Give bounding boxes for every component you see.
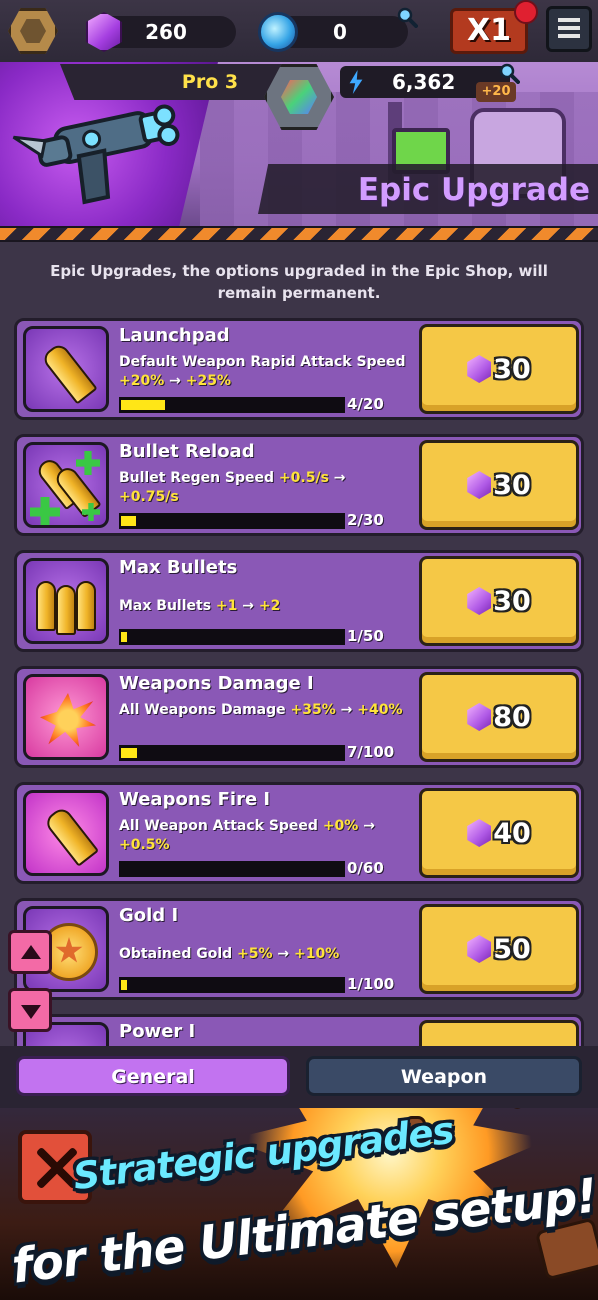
buy-button[interactable]: 30	[419, 324, 579, 414]
upgrade-card: Weapons Damage I All Weapons Damage +35%…	[14, 666, 584, 768]
level-counter: 0/60	[347, 859, 384, 877]
buy-button[interactable]: 80	[419, 672, 579, 762]
arrow-up-icon	[21, 945, 41, 959]
explosion-icon	[23, 674, 109, 760]
gem-icon	[467, 703, 492, 731]
upgrade-card: Bullet Reload Bullet Regen Speed +0.5/s …	[14, 434, 584, 536]
top-resource-bar: 260 0 X1	[0, 0, 598, 62]
progress-bar	[119, 861, 345, 877]
upgrade-detail: Obtained Gold +5% → +10%	[119, 946, 340, 962]
energy-value: 6,362	[392, 70, 456, 94]
upgrade-card: Weapons Fire I All Weapon Attack Speed +…	[14, 782, 584, 884]
promo-banner: Strategic upgrades for the Ultimate setu…	[0, 1108, 598, 1300]
fired-bullet-icon	[23, 790, 109, 876]
upgrade-detail: Max Bullets +1 → +2	[119, 598, 281, 614]
level-counter: 7/100	[347, 743, 395, 761]
buy-button[interactable]: 50	[419, 904, 579, 994]
category-tabs: General Weapon	[0, 1046, 598, 1108]
level-counter: 2/30	[347, 511, 384, 529]
gem-icon	[467, 819, 492, 847]
upgrade-name: Weapons Fire I	[119, 789, 271, 810]
upgrade-name: Launchpad	[119, 325, 230, 346]
description-text: Epic Upgrades, the options upgraded in t…	[50, 262, 548, 302]
upgrade-name: Bullet Reload	[119, 441, 255, 462]
price-label: 30	[493, 585, 531, 617]
upgrade-detail: All Weapons Damage +35% → +40%	[119, 702, 403, 718]
notification-dot	[514, 0, 538, 24]
buy-button[interactable]: 30	[419, 440, 579, 530]
rank-label: Pro 3	[181, 71, 239, 93]
bullet-icon	[23, 326, 109, 412]
gem-icon	[467, 355, 492, 383]
rock-debris-icon	[490, 1108, 532, 1111]
gem-icon	[467, 587, 492, 615]
price-label: 40	[493, 817, 531, 849]
price-label: 50	[493, 933, 531, 965]
page-title: Epic Upgrade	[357, 172, 590, 208]
buy-button[interactable]: 40	[419, 788, 579, 878]
hamburger-menu-icon[interactable]	[546, 6, 592, 52]
upgrade-name: Weapons Damage I	[119, 673, 314, 694]
price-label: 30	[493, 353, 531, 385]
buy-button[interactable]: 30	[419, 556, 579, 646]
upgrade-card: Max Bullets Max Bullets +1 → +2 1/50 30	[14, 550, 584, 652]
upgrade-name: Gold I	[119, 905, 179, 926]
price-label: 30	[493, 469, 531, 501]
gem-icon	[467, 471, 492, 499]
upgrade-name: Max Bullets	[119, 557, 238, 578]
upgrade-card: Gold I Obtained Gold +5% → +10% 1/100 50	[14, 898, 584, 1000]
magnifier-icon[interactable]	[396, 6, 418, 28]
orb-icon	[258, 12, 298, 52]
progress-bar	[119, 629, 345, 645]
progress-bar	[119, 977, 345, 993]
level-counter: 1/100	[347, 975, 395, 993]
triple-bullet-icon	[23, 558, 109, 644]
gem-count: 260	[145, 20, 187, 44]
arrow-down-icon	[21, 1005, 41, 1019]
scroll-down-button[interactable]	[8, 988, 52, 1032]
gem-icon	[467, 935, 492, 963]
price-label: 80	[493, 701, 531, 733]
tab-weapon[interactable]: Weapon	[306, 1056, 582, 1096]
scroll-up-button[interactable]	[8, 930, 52, 974]
upgrade-detail: Default Weapon Rapid Attack Speed +20% →…	[119, 354, 406, 389]
buy-button[interactable]	[419, 1020, 579, 1046]
tab-general[interactable]: General	[16, 1056, 290, 1096]
bullet-reload-icon	[23, 442, 109, 528]
upgrade-detail: All Weapon Attack Speed +0% → +0.5%	[119, 818, 375, 853]
progress-bar	[119, 745, 345, 761]
upgrade-detail: Bullet Regen Speed +0.5/s → +0.75/s	[119, 470, 346, 505]
level-counter: 1/50	[347, 627, 384, 645]
energy-bonus-badge: +20	[476, 82, 516, 102]
progress-bar	[119, 397, 345, 413]
progress-bar	[119, 513, 345, 529]
upgrade-name: Power I	[119, 1021, 196, 1042]
magnifier-icon[interactable]	[498, 62, 520, 84]
profile-badge-icon[interactable]	[8, 8, 58, 54]
upgrade-card: Launchpad Default Weapon Rapid Attack Sp…	[14, 318, 584, 420]
orb-count: 0	[333, 20, 347, 44]
level-counter: 4/20	[347, 395, 384, 413]
upgrade-list[interactable]: Epic Upgrades, the options upgraded in t…	[0, 242, 598, 1046]
hazard-stripe-divider	[0, 226, 598, 242]
upgrade-card: Power I	[14, 1014, 584, 1046]
